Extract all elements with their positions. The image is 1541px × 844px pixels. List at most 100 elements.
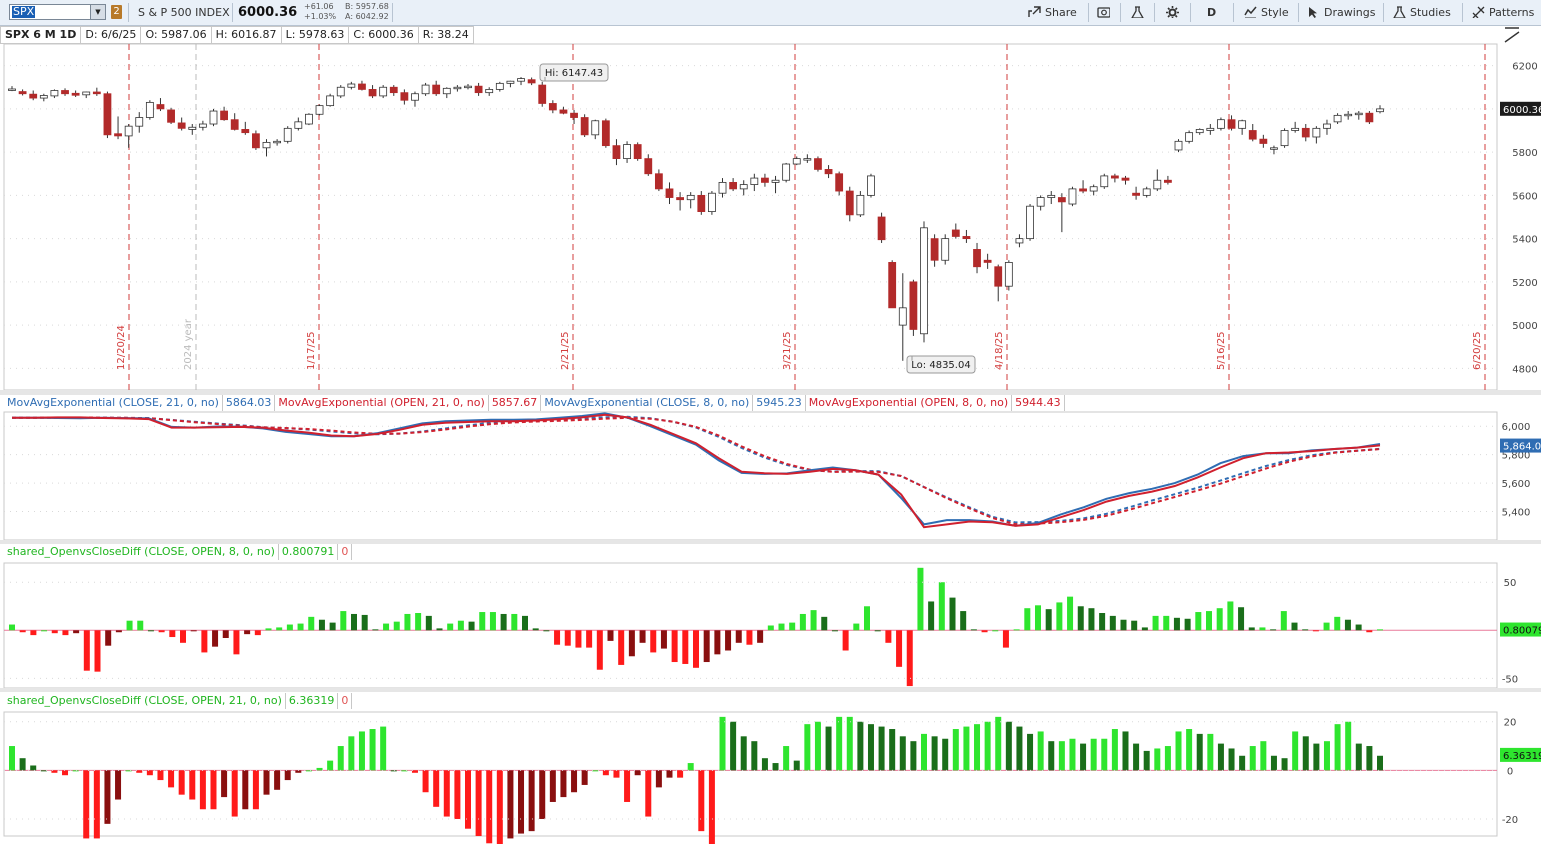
hist21-bar [772,763,779,771]
candle [61,90,69,95]
candle [676,197,684,201]
candle [1174,140,1183,151]
hist8-bar [1024,608,1031,631]
hist21-bar [698,770,705,832]
hist8-bar [1366,630,1373,633]
candle [18,91,27,95]
candle [389,86,398,94]
hist21-tick-label: -20 [1502,815,1518,826]
hist8-bar [1045,609,1052,631]
chart-canvas[interactable]: 12/20/24 1/17/25 2/21/25 3/21/25 4/18/25 5/16… [0,0,1541,844]
hist8-bar [575,630,582,648]
candle [739,184,748,190]
hist21-bar [358,731,365,771]
candle [145,101,154,118]
hist21-bar [1323,741,1330,771]
hist21-bar [814,721,821,771]
hist8-bar [928,601,935,631]
hist21-bar [857,721,864,771]
hist8-bar [522,615,528,631]
candle [8,88,16,91]
hist8-bar [468,621,475,631]
hist21-bar [104,770,111,824]
hist8-bar [981,630,988,633]
candle [198,123,207,128]
hist21-bar [115,770,122,800]
hist21-bar [1037,731,1044,771]
hist8-bar [767,625,774,631]
hist8-bar [703,630,710,663]
candle [517,78,525,82]
hist21-bar [836,716,843,771]
candle [283,127,292,142]
hist8-bar [1109,615,1116,631]
hist21-bar [761,758,768,771]
candle [1217,119,1225,129]
candle [1259,138,1268,144]
hist21-bar [963,726,970,771]
hist21-bar [952,729,959,771]
ema-open-21-line [12,416,1381,526]
hist21-bar [1122,731,1129,771]
hist21-bar [157,770,164,781]
candle [1354,112,1363,116]
hist8-tick-label: 50 [1504,578,1517,589]
candle [220,110,228,121]
hist8-bar [147,630,154,632]
hist8-bar [810,610,817,631]
candle [845,190,854,216]
hist21-bar [528,770,535,832]
hist21-bar [1270,755,1277,771]
candle [421,84,430,95]
candle [400,92,409,101]
hist21-bar [889,729,896,771]
hist8-bar [137,620,144,631]
hist21-bar [1355,743,1362,771]
hist21-bar [178,770,185,795]
price-panel [3,43,1498,391]
candle [623,144,631,160]
price-tick-label: 5400 [1512,235,1537,246]
price-tick-label: 5200 [1512,278,1537,289]
hist21-bar [602,770,609,776]
hist21-bar [645,770,652,817]
hist21-bar [730,721,737,771]
hist21-panel [3,711,1498,837]
hist8-bar [896,630,903,667]
hist8-bar [1355,624,1362,631]
hist8-price-bubble-label: 0.80079 [1503,626,1541,637]
candle [1026,205,1034,240]
price-tick-label: 5800 [1512,148,1537,159]
hist21-bar [1143,750,1150,771]
hist8-tick-label: -50 [1502,674,1518,685]
hist21-bar [422,770,429,793]
candle [442,87,451,95]
hist21-bar [634,770,641,776]
price-tick-label: 6200 [1512,62,1537,73]
hist8-bar [115,630,122,633]
candle [814,158,822,170]
hist21-bar [793,760,800,771]
candle [1047,194,1056,198]
hist21-bar [613,770,620,778]
candle [135,117,144,127]
period-date-label: 2/21/25 [560,331,571,370]
hist8-bar [105,630,112,646]
period-date-label: 12/20/24 [116,325,127,370]
candle [1089,186,1098,192]
candle [1248,130,1257,140]
candle [1365,112,1374,123]
last-price-bubble-label: 6000.36 [1503,105,1541,116]
hist8-bar [874,630,881,632]
candle [686,194,695,201]
hist8-bar [436,628,443,631]
hist21-bar [30,765,37,771]
hist21-bar [910,741,917,771]
hist21-bar [974,724,981,771]
hist21-bar [1005,721,1012,771]
hist21-bar [496,770,503,844]
hist21-bar [984,721,991,771]
candle [1312,127,1321,138]
hist8-bar [489,612,496,631]
hist8-bar [1280,611,1287,631]
